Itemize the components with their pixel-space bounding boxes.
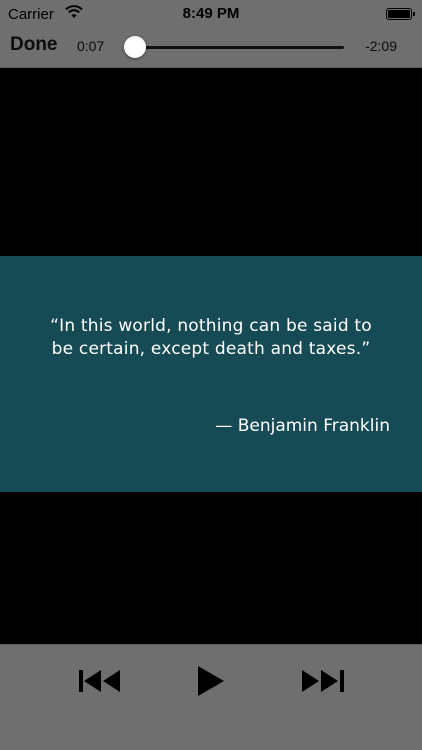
quote-band: “In this world, nothing can be said to b… [0,256,422,492]
skip-back-icon [79,670,120,692]
skip-forward-button[interactable] [298,663,348,699]
play-icon [198,666,224,696]
status-bar: Carrier 8:49 PM [0,0,422,30]
scrubber-row: Done 0:07 -2:09 [0,30,422,64]
quote-attribution: — Benjamin Franklin [215,416,390,436]
video-player-screen: Carrier 8:49 PM Done 0:07 -2:09 “In this… [0,0,422,750]
play-button[interactable] [186,663,236,699]
skip-forward-icon [302,670,344,692]
playback-scrubber[interactable] [124,36,344,58]
remaining-time: -2:09 [365,38,397,54]
done-button[interactable]: Done [10,34,58,56]
quote-text-line: be certain, except death and taxes.” [51,339,371,359]
skip-back-button[interactable] [76,663,126,699]
battery-level-fill [388,10,410,18]
scrubber-thumb[interactable] [124,36,146,58]
scrubber-track [124,46,344,49]
elapsed-time: 0:07 [77,38,105,54]
playback-controls [0,644,422,750]
clock-time: 8:49 PM [182,5,240,22]
video-frame[interactable]: “In this world, nothing can be said to b… [0,68,422,644]
battery-icon [386,8,415,20]
top-bar: Carrier 8:49 PM Done 0:07 -2:09 [0,0,422,68]
quote-text-line: “In this world, nothing can be said to [50,316,372,336]
